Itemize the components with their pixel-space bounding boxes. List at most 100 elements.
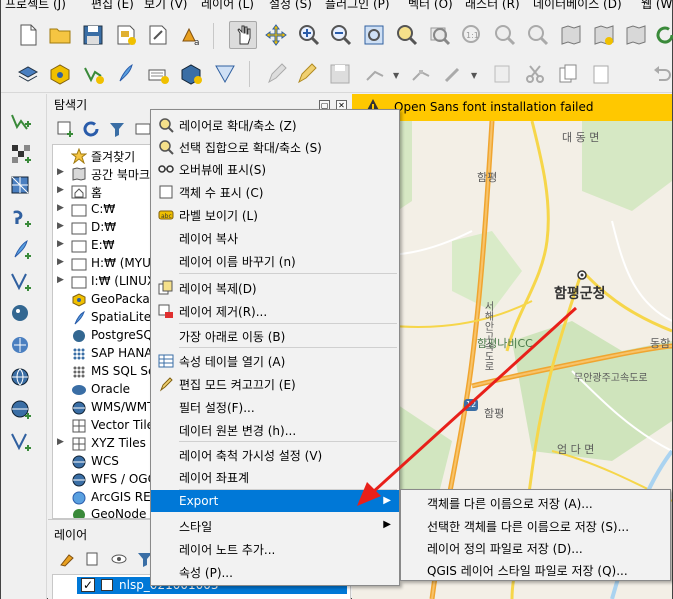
menu-edit[interactable]: 편집 (E): [91, 0, 134, 12]
new-bookmark-icon[interactable]: [590, 21, 618, 49]
submenu-save-features-as[interactable]: 객체를 다른 이름으로 저장 (A)...: [401, 491, 670, 513]
menu-project[interactable]: 프로젝트 (J): [5, 0, 66, 12]
menu-change-data-source[interactable]: 데이터 원본 변경 (h)...: [151, 418, 399, 440]
menu-raster[interactable]: 래스터 (R): [465, 0, 520, 12]
show-bookmarks-icon[interactable]: [622, 21, 650, 49]
add-raster-layer-icon[interactable]: [7, 140, 35, 168]
postgresql-icon: [71, 328, 87, 344]
menu-layer[interactable]: 레이어 (L): [201, 0, 254, 12]
filter-browser-icon[interactable]: [108, 120, 126, 138]
expand-arrow-icon[interactable]: ▶: [57, 221, 64, 231]
add-virtual-layer-icon[interactable]: [7, 268, 35, 296]
add-vector-tile-layer-icon[interactable]: [7, 428, 35, 456]
new-print-layout-icon[interactable]: [112, 21, 140, 49]
refresh-icon[interactable]: [651, 21, 673, 49]
menu-open-attribute-table[interactable]: 속성 테이블 열기 (A): [151, 349, 399, 371]
add-group-icon[interactable]: [84, 550, 102, 568]
menu-zoom-to-selection[interactable]: 선택 집합으로 확대/축소 (S): [151, 135, 399, 157]
expand-arrow-icon[interactable]: ▶: [57, 167, 64, 177]
menu-web[interactable]: 웹 (W): [641, 0, 672, 12]
vertex-tool-icon[interactable]: [407, 60, 435, 88]
add-vector-layer-icon[interactable]: [7, 108, 35, 136]
expand-arrow-icon[interactable]: ▶: [57, 257, 64, 267]
map-label: 대 동 면: [562, 131, 600, 144]
zoom-native-icon[interactable]: 1:1: [458, 21, 486, 49]
menu-settings[interactable]: 설정 (S): [269, 0, 312, 12]
expand-arrow-icon[interactable]: ▶: [57, 275, 64, 285]
delete-selected-icon[interactable]: [488, 60, 516, 88]
menu-duplicate-layer[interactable]: 레이어 복제(D): [151, 276, 399, 298]
menu-properties[interactable]: 속성 (P)...: [151, 560, 399, 582]
paste-features-icon[interactable]: [587, 60, 615, 88]
zoom-to-selection-icon[interactable]: [393, 21, 421, 49]
menu-add-layer-notes[interactable]: 레이어 노트 추가...: [151, 537, 399, 559]
virtual-layer-icon[interactable]: [211, 60, 239, 88]
add-wms-layer-icon[interactable]: [7, 364, 35, 392]
menu-plugins[interactable]: 플러그인 (P): [325, 0, 390, 12]
add-mesh-layer-icon[interactable]: [7, 172, 35, 200]
submenu-save-qgis-style[interactable]: QGIS 레이어 스타일 파일로 저장 (Q)...: [401, 558, 670, 580]
menu-show-in-overview[interactable]: 오버뷰에 표시(S): [151, 157, 399, 179]
save-project-icon[interactable]: [79, 21, 107, 49]
current-edits-icon[interactable]: [263, 60, 291, 88]
new-geopackage-layer-icon[interactable]: [46, 60, 74, 88]
new-map-view-icon[interactable]: [557, 21, 585, 49]
toggle-editing-icon[interactable]: [293, 60, 321, 88]
modify-attributes-icon[interactable]: [439, 60, 467, 88]
add-postgis-layer-icon[interactable]: [7, 300, 35, 328]
menu-set-scale-visibility[interactable]: 레이어 축척 가시성 설정 (V): [151, 443, 399, 465]
add-selected-layers-icon[interactable]: [56, 120, 74, 138]
pan-to-selection-icon[interactable]: [262, 21, 290, 49]
menu-layer-crs[interactable]: 레이어 좌표계: [151, 465, 399, 487]
new-project-icon[interactable]: [14, 21, 42, 49]
menu-export[interactable]: Export ▶: [151, 490, 399, 512]
menu-vector[interactable]: 벡터 (O): [408, 0, 453, 12]
menu-styles[interactable]: 스타일 ▶: [151, 514, 399, 536]
menu-toggle-editing[interactable]: 편집 모드 켜고끄기 (E): [151, 372, 399, 394]
pan-map-icon[interactable]: [229, 21, 257, 49]
menu-set-filter[interactable]: 필터 설정(F)...: [151, 395, 399, 417]
new-virtual-layer-icon[interactable]: [144, 60, 172, 88]
layout-manager-icon[interactable]: [144, 21, 172, 49]
digitize-line-icon[interactable]: [361, 60, 389, 88]
undo-icon[interactable]: [648, 60, 673, 88]
zoom-last-icon[interactable]: [491, 21, 519, 49]
submenu-save-selected-features-as[interactable]: 선택한 객체를 다른 이름으로 저장 (S)...: [401, 514, 670, 536]
layer-visibility-checkbox[interactable]: ✓: [81, 578, 95, 592]
zoom-to-layer-icon[interactable]: [426, 21, 454, 49]
zoom-in-icon[interactable]: [295, 21, 323, 49]
zoom-next-icon[interactable]: [524, 21, 552, 49]
menu-show-feature-count[interactable]: 객체 수 표시 (C): [151, 180, 399, 202]
expand-arrow-icon[interactable]: ▶: [57, 185, 64, 195]
zoom-full-icon[interactable]: [360, 21, 388, 49]
menu-zoom-to-layer[interactable]: 레이어로 확대/축소 (Z): [151, 113, 399, 135]
data-source-manager-icon[interactable]: [14, 60, 42, 88]
menu-rename-layer[interactable]: 레이어 이름 바꾸기 (n): [151, 249, 399, 271]
expand-arrow-icon[interactable]: ▶: [57, 203, 64, 213]
menu-copy-layer[interactable]: 레이어 복사: [151, 226, 399, 248]
new-temporary-layer-icon[interactable]: [177, 60, 205, 88]
submenu-save-layer-definition[interactable]: 레이어 정의 파일로 저장 (D)...: [401, 536, 670, 558]
add-spatialite-layer-icon[interactable]: [7, 236, 35, 264]
menu-move-to-bottom[interactable]: 가장 아래로 이동 (B): [151, 324, 399, 346]
copy-features-icon[interactable]: [554, 60, 582, 88]
expand-arrow-icon[interactable]: ▶: [57, 437, 64, 447]
manage-visibility-icon[interactable]: [110, 550, 128, 568]
expand-arrow-icon[interactable]: ▶: [57, 239, 64, 249]
add-wfs-layer-icon[interactable]: [7, 396, 35, 424]
cut-features-icon[interactable]: [521, 60, 549, 88]
zoom-out-icon[interactable]: [327, 21, 355, 49]
new-shapefile-layer-icon[interactable]: [79, 60, 107, 88]
menu-show-labels[interactable]: abc 라벨 보이기 (L): [151, 203, 399, 225]
add-mssql-layer-icon[interactable]: [7, 332, 35, 360]
add-delimited-text-icon[interactable]: ʔ: [7, 204, 35, 232]
menu-database[interactable]: 데이터베이스 (D): [533, 0, 622, 12]
new-spatialite-layer-icon[interactable]: [112, 60, 140, 88]
save-edits-icon[interactable]: [326, 60, 354, 88]
style-manager-icon[interactable]: a: [177, 21, 205, 49]
layer-styling-icon[interactable]: [58, 550, 76, 568]
menu-remove-layer[interactable]: 레이어 제거(R)...: [151, 299, 399, 321]
menu-view[interactable]: 보기 (V): [144, 0, 187, 12]
open-project-icon[interactable]: [46, 21, 74, 49]
refresh-browser-icon[interactable]: [82, 120, 100, 138]
